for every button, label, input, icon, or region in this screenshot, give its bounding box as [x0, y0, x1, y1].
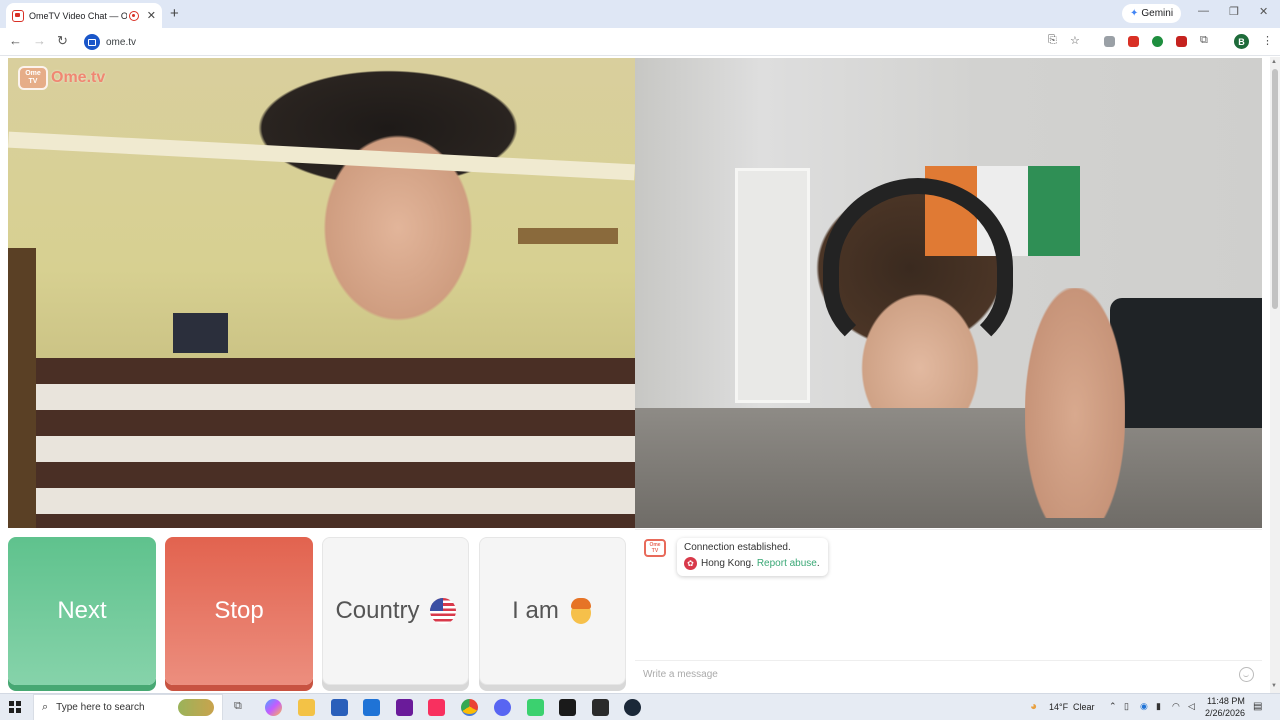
country-label: Country [335, 597, 420, 624]
tab-close-icon[interactable]: ✕ [147, 9, 156, 22]
page-scrollbar[interactable]: ▲ ▼ [1270, 57, 1280, 693]
new-tab-button[interactable]: + [170, 5, 179, 22]
wooden-shelf [518, 228, 618, 244]
windows-taskbar: ⌕ Type here to search ⧉ ◕ 14°F Clear ⌃ ▯… [0, 693, 1280, 720]
scroll-down-icon[interactable]: ▼ [1271, 683, 1277, 689]
apple-music-icon[interactable] [428, 699, 445, 716]
boy-emoji-icon [569, 598, 593, 624]
next-button[interactable]: Next [8, 537, 156, 685]
scroll-up-icon[interactable]: ▲ [1271, 59, 1277, 65]
url-text: ome.tv [106, 36, 137, 48]
gemini-label: Gemini [1141, 8, 1174, 19]
outlook-icon[interactable] [363, 699, 380, 716]
bookmark-star-icon[interactable]: ☆ [1070, 34, 1080, 47]
windows-start-icon[interactable] [9, 701, 21, 713]
extension-icon-1[interactable] [1104, 36, 1115, 47]
message-bar [635, 660, 1262, 688]
bed [1110, 298, 1262, 428]
notifications-icon[interactable]: ▤ [1253, 701, 1262, 712]
next-app-icon[interactable] [396, 699, 413, 716]
us-flag-icon [429, 598, 456, 624]
report-suffix: . [816, 558, 820, 569]
temperature-text: 14°F [1049, 702, 1069, 712]
wifi-icon[interactable]: ◠ [1172, 701, 1180, 712]
ceiling-molding [8, 131, 635, 181]
install-app-icon[interactable]: ⎘ [1048, 34, 1057, 47]
clock-date[interactable]: 2/26/2026 [1205, 708, 1245, 718]
emoji-smiley-icon[interactable] [1239, 667, 1254, 682]
ometv-chat-logo-icon: Ome TV [644, 539, 666, 557]
extensions-puzzle-icon[interactable]: ⧉ [1200, 34, 1208, 47]
close-window-button[interactable]: ✕ [1259, 5, 1268, 18]
clock-time[interactable]: 11:48 PM [1207, 696, 1245, 706]
ometv-logo: Ome TV Ome.tv [18, 66, 105, 90]
scroll-thumb[interactable] [1272, 69, 1278, 309]
file-explorer-icon[interactable] [298, 699, 315, 716]
report-abuse-link[interactable]: Report abuse [757, 558, 817, 569]
location-text: Hong Kong. [701, 558, 754, 569]
door [735, 168, 810, 403]
next-label: Next [57, 597, 107, 624]
back-arrow-icon[interactable]: ← [9, 33, 22, 48]
profile-avatar[interactable]: B [1234, 34, 1249, 49]
local-video-feed: Ome TV Ome.tv [8, 58, 635, 528]
search-icon: ⌕ [42, 701, 49, 713]
system-message: Connection established. ✿ Hong Kong. Rep… [677, 538, 828, 576]
hong-kong-flag-icon: ✿ [684, 557, 697, 570]
iam-label: I am [512, 597, 559, 624]
ometv-favicon-icon [12, 9, 24, 22]
stop-label: Stop [214, 597, 264, 624]
search-placeholder: Type here to search [56, 702, 145, 713]
headset [823, 178, 1013, 358]
wall-poster [173, 313, 228, 353]
ometv-logo-icon: Ome TV [18, 66, 48, 90]
browser-toolbar: ← → ↻ ome.tv ⎘ ☆ ⧉ B ⋮ [0, 28, 1280, 56]
tab-title: OmeTV Video Chat — Ome [28, 10, 127, 21]
capcut-icon[interactable] [559, 699, 576, 716]
weather-alert-icon[interactable]: ◕ [1030, 699, 1037, 713]
chat-panel: Ome TV Connection established. ✿ Hong Ko… [635, 529, 1262, 691]
browser-tab-strip: OmeTV Video Chat — Ome ✕ + ✦ Gemini — ❐ … [0, 0, 1280, 28]
volume-icon[interactable]: ◁ [1188, 701, 1195, 712]
microsoft-store-icon[interactable] [331, 699, 348, 716]
message-input[interactable] [643, 669, 1239, 680]
reload-icon[interactable]: ↻ [57, 33, 68, 49]
steam-icon[interactable] [624, 699, 641, 716]
search-highlight-kiwi-icon[interactable] [178, 699, 214, 716]
country-button[interactable]: Country [322, 537, 469, 685]
cabinet-edge [8, 248, 36, 528]
extension-icon-3[interactable] [1152, 36, 1163, 47]
gender-button[interactable]: I am [479, 537, 626, 685]
stop-button[interactable]: Stop [165, 537, 313, 685]
chrome-icon[interactable] [461, 699, 478, 716]
tray-app-icon-2[interactable]: ◉ [1140, 701, 1148, 712]
peace-sign-hand [1025, 288, 1125, 518]
copilot-icon[interactable] [265, 699, 282, 716]
restore-button[interactable]: ❐ [1229, 5, 1239, 18]
gemini-button[interactable]: ✦ Gemini [1122, 4, 1182, 23]
discord-icon[interactable] [494, 699, 511, 716]
minimize-button[interactable]: — [1198, 5, 1209, 17]
extension-icon-4[interactable] [1176, 36, 1187, 47]
address-bar[interactable]: ome.tv [78, 31, 1088, 53]
battery-icon[interactable]: ▮ [1156, 701, 1161, 712]
android-app-icon[interactable] [527, 699, 544, 716]
ometv-logo-text: Ome.tv [51, 69, 106, 86]
chrome-menu-icon[interactable]: ⋮ [1262, 34, 1273, 47]
remote-video-feed [635, 58, 1262, 528]
task-view-icon[interactable]: ⧉ [234, 700, 242, 713]
weather-text: Clear [1073, 702, 1095, 712]
chevron-up-icon[interactable]: ⌃ [1109, 701, 1117, 712]
epic-games-icon[interactable] [592, 699, 609, 716]
tray-app-icon-1[interactable]: ▯ [1124, 701, 1129, 712]
ometv-page: Ome TV Ome.tv Next Stop Country I am Ome… [0, 57, 1270, 693]
browser-tab-ometv[interactable]: OmeTV Video Chat — Ome ✕ [6, 3, 162, 28]
recording-indicator-icon [128, 10, 139, 21]
gemini-sparkle-icon: ✦ [1130, 8, 1139, 19]
site-info-icon[interactable] [84, 34, 100, 50]
extension-icon-2[interactable] [1128, 36, 1139, 47]
forward-arrow-icon[interactable]: → [33, 33, 46, 48]
connection-status: Connection established. [684, 542, 791, 553]
partner-location: ✿ Hong Kong. Report abuse. [684, 557, 821, 570]
